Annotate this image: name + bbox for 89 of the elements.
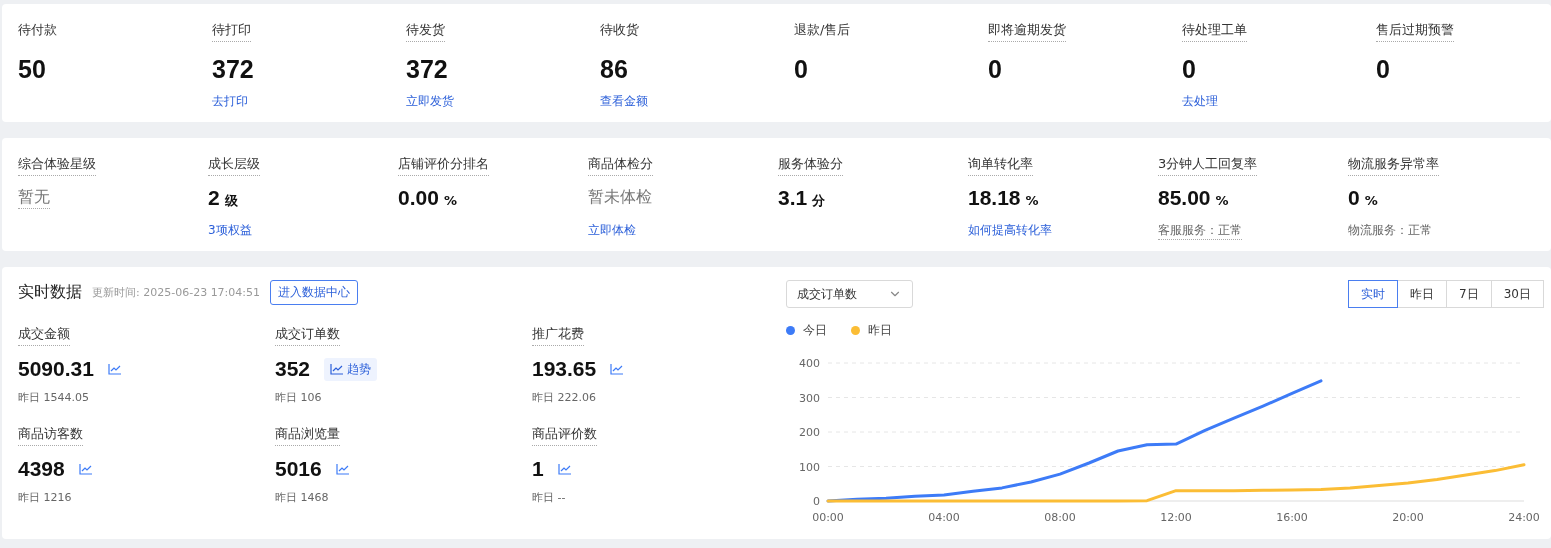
metric-link[interactable]: 如何提高转化率 xyxy=(968,222,1052,240)
metric-label: 询单转化率 xyxy=(968,155,1033,176)
section-title: 实时数据 xyxy=(18,282,82,303)
metric-unit: % xyxy=(443,193,457,208)
metric-value: 1 xyxy=(532,457,544,481)
metric-value: 352 xyxy=(275,357,311,381)
metric-label: 商品评价数 xyxy=(532,425,597,446)
y-tick-label: 400 xyxy=(799,357,820,370)
range-tab[interactable]: 实时 xyxy=(1348,280,1399,308)
stat-link[interactable]: 立即发货 xyxy=(406,93,454,110)
stat-value: 0 xyxy=(1182,54,1196,84)
trend-button[interactable]: 趋势 xyxy=(324,357,378,381)
metric-value: 18.18 xyxy=(968,186,1021,210)
yesterday-value: 昨日 1468 xyxy=(275,490,329,505)
metric-label: 物流服务异常率 xyxy=(1348,155,1439,176)
y-tick-label: 200 xyxy=(799,426,820,439)
yesterday-value: 昨日 1216 xyxy=(18,490,72,505)
metric-value: 0.00 xyxy=(398,186,439,210)
metric-label: 成交订单数 xyxy=(275,325,340,346)
x-tick-label: 16:00 xyxy=(1276,511,1308,524)
metric-link[interactable]: 3项权益 xyxy=(208,222,252,240)
y-tick-label: 0 xyxy=(813,495,820,508)
metric-label: 店铺评价分排名 xyxy=(398,155,489,176)
metric-unit: % xyxy=(1025,193,1039,208)
metric-select[interactable]: 成交订单数 xyxy=(786,280,913,308)
stat-label: 即将逾期发货 xyxy=(988,21,1066,42)
stat-link[interactable]: 去处理 xyxy=(1182,93,1218,110)
stat-value: 0 xyxy=(1376,54,1390,84)
metric-value: 0 xyxy=(1348,186,1360,210)
status-note: 物流服务：正常 xyxy=(1348,222,1432,239)
metric-label: 商品浏览量 xyxy=(275,425,340,446)
y-tick-label: 300 xyxy=(799,391,820,405)
metric-unit: % xyxy=(1215,193,1229,208)
metric-value: 5090.31 xyxy=(18,357,94,381)
range-tab[interactable]: 昨日 xyxy=(1397,280,1448,308)
metric-value: 5016 xyxy=(275,457,322,481)
stat-label: 待发货 xyxy=(406,21,445,42)
yesterday-value: 昨日 -- xyxy=(532,490,566,505)
range-tab[interactable]: 30日 xyxy=(1490,280,1544,308)
stat-value: 50 xyxy=(18,54,46,84)
data-center-button[interactable]: 进入数据中心 xyxy=(270,280,359,305)
x-tick-label: 08:00 xyxy=(1044,511,1076,524)
stat-value: 0 xyxy=(794,54,808,84)
stat-label: 售后过期预警 xyxy=(1376,21,1454,42)
metric-value: 85.00 xyxy=(1158,186,1211,210)
metric-link[interactable]: 立即体检 xyxy=(588,222,636,240)
metric-value: 暂未体检 xyxy=(588,186,652,208)
metric-label: 综合体验星级 xyxy=(18,155,96,176)
range-tab[interactable]: 7日 xyxy=(1446,280,1492,308)
metric-value: 3.1 xyxy=(778,186,808,210)
x-tick-label: 12:00 xyxy=(1160,511,1192,524)
stat-link[interactable]: 去打印 xyxy=(212,93,248,110)
metric-label: 商品访客数 xyxy=(18,425,83,446)
metric-label: 3分钟人工回复率 xyxy=(1158,155,1258,176)
stat-label: 待收货 xyxy=(600,21,639,39)
metric-value: 4398 xyxy=(18,457,65,481)
stat-label: 待处理工单 xyxy=(1182,21,1247,42)
yesterday-value: 昨日 1544.05 xyxy=(18,390,89,405)
yesterday-value: 昨日 222.06 xyxy=(532,390,596,405)
yesterday-value: 昨日 106 xyxy=(275,390,322,405)
x-tick-label: 24:00 xyxy=(1508,511,1540,524)
metric-label: 服务体验分 xyxy=(778,155,843,176)
metric-label: 成长层级 xyxy=(208,155,260,176)
metric-unit: % xyxy=(1364,193,1378,208)
stat-value: 0 xyxy=(988,54,1002,84)
stat-label: 退款/售后 xyxy=(794,21,851,39)
stat-value: 86 xyxy=(600,54,628,84)
metric-value: 暂无 xyxy=(18,186,50,209)
y-tick-label: 100 xyxy=(799,460,820,474)
metric-unit: 分 xyxy=(812,192,826,210)
metric-label: 推广花费 xyxy=(532,325,584,346)
metric-label: 商品体检分 xyxy=(588,155,653,176)
legend-label: 昨日 xyxy=(868,322,892,339)
x-tick-label: 00:00 xyxy=(812,511,844,524)
stat-label: 待打印 xyxy=(212,21,251,42)
metric-value: 2 xyxy=(208,186,220,210)
x-tick-label: 20:00 xyxy=(1392,511,1424,524)
stat-value: 372 xyxy=(212,54,254,84)
x-tick-label: 04:00 xyxy=(928,511,960,524)
metric-label: 成交金额 xyxy=(18,325,70,346)
stat-link[interactable]: 查看金额 xyxy=(600,93,648,110)
trend-icon xyxy=(330,363,344,375)
legend-label: 今日 xyxy=(803,322,827,339)
status-note: 客服服务：正常 xyxy=(1158,222,1242,240)
stat-label: 待付款 xyxy=(18,21,57,39)
metric-unit: 级 xyxy=(224,192,238,210)
metric-value: 193.65 xyxy=(532,357,597,381)
update-time: 更新时间: 2025-06-23 17:04:51 xyxy=(92,285,261,300)
stat-value: 372 xyxy=(406,54,448,84)
